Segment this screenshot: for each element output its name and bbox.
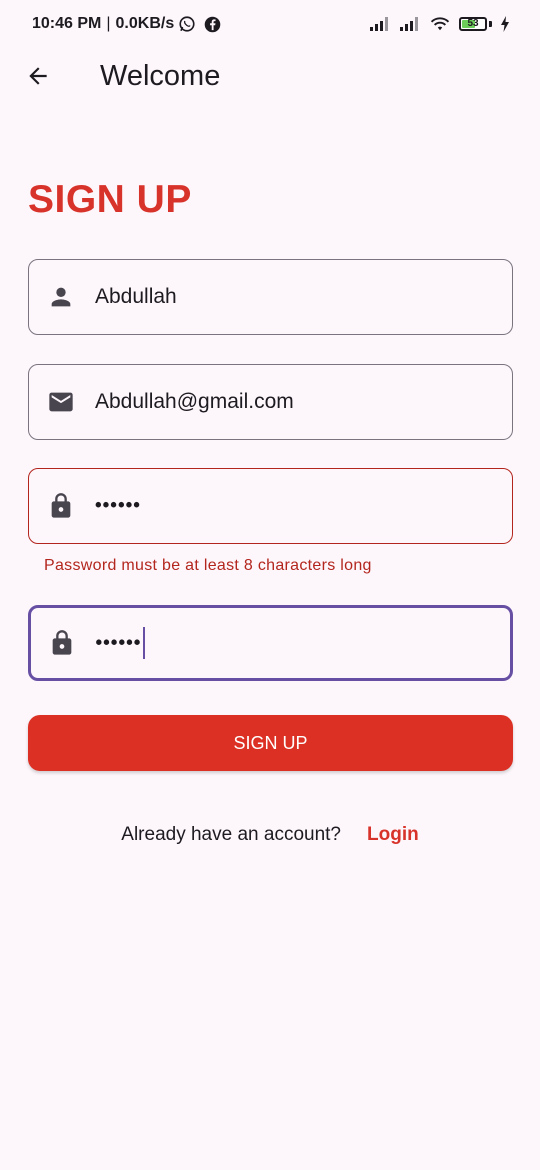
email-value: Abdullah@gmail.com [95,390,294,413]
battery-nub [489,21,492,27]
page-title: Welcome [100,60,221,92]
password-field[interactable]: •••••• [28,468,513,544]
status-bar: 10:46 PM | 0.0KB/s 53 [0,0,540,48]
whatsapp-icon [178,15,196,33]
status-separator: | [106,15,111,32]
status-time: 10:46 PM [32,15,102,32]
battery-level: 53 [467,18,479,29]
status-left: 10:46 PM | 0.0KB/s [32,15,221,33]
login-prompt-text: Already have an account? [121,824,341,845]
status-speed: 0.0KB/s [115,15,175,32]
email-field[interactable]: Abdullah@gmail.com [28,364,513,440]
name-field[interactable]: Abdullah [28,259,513,335]
app-bar: Welcome [0,50,540,106]
person-icon [47,283,75,311]
confirm-password-value: •••••• [95,632,142,654]
login-link[interactable]: Login [367,824,419,846]
back-button[interactable] [22,62,54,94]
signup-heading: SIGN UP [28,178,192,221]
wifi-icon [429,16,451,32]
email-icon [47,388,75,416]
confirm-password-input: •••••• [96,627,146,659]
text-cursor [143,627,146,659]
signup-button[interactable]: SIGN UP [28,715,513,771]
status-right: 53 [369,16,510,32]
charging-icon [500,16,510,32]
name-value: Abdullah [95,285,177,308]
facebook-icon [204,16,221,33]
signal-icon [399,16,421,32]
arrow-back-icon [25,63,51,94]
battery-icon: 53 [459,17,487,31]
password-error-text: Password must be at least 8 characters l… [44,557,372,574]
signal-icon [369,16,391,32]
lock-icon [47,492,75,520]
password-value: •••••• [95,495,141,516]
lock-icon [48,629,76,657]
login-prompt: Already have an account? Login [0,824,540,846]
confirm-password-field[interactable]: •••••• [28,605,513,681]
